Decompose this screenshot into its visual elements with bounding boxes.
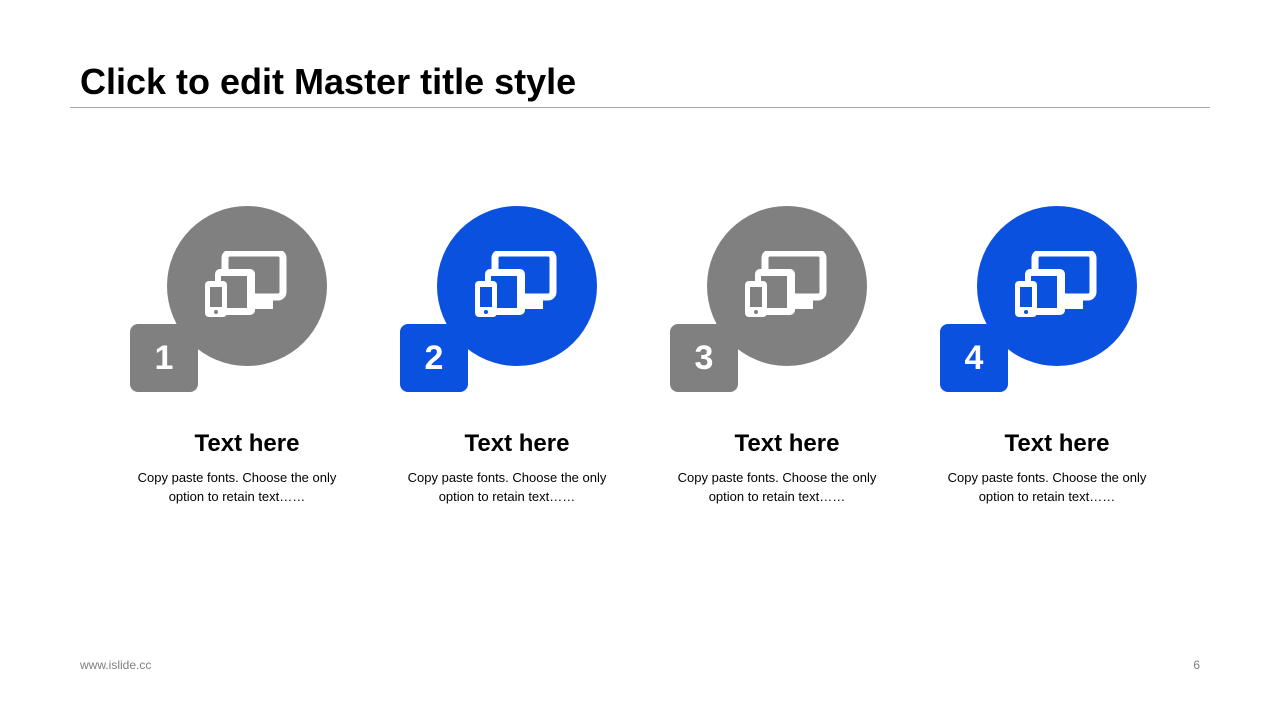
slide-title[interactable]: Click to edit Master title style xyxy=(80,60,576,104)
devices-icon xyxy=(475,251,557,317)
step-number-badge: 4 xyxy=(940,324,1008,392)
footer-url: www.islide.cc xyxy=(80,658,152,672)
step-item-3[interactable]: 3 Text here Copy paste fonts. Choose the… xyxy=(670,206,900,516)
devices-icon xyxy=(745,251,827,317)
devices-icon xyxy=(1015,251,1097,317)
step-item-2[interactable]: 2 Text here Copy paste fonts. Choose the… xyxy=(400,206,630,516)
step-description[interactable]: Copy paste fonts. Choose the only option… xyxy=(129,468,345,506)
step-number-badge: 2 xyxy=(400,324,468,392)
title-divider xyxy=(70,107,1210,108)
step-item-1[interactable]: 1 Text here Copy paste fonts. Choose the… xyxy=(130,206,360,516)
step-description[interactable]: Copy paste fonts. Choose the only option… xyxy=(399,468,615,506)
step-number-badge: 3 xyxy=(670,324,738,392)
step-number-badge: 1 xyxy=(130,324,198,392)
step-heading[interactable]: Text here xyxy=(959,430,1155,458)
step-description[interactable]: Copy paste fonts. Choose the only option… xyxy=(669,468,885,506)
step-item-4[interactable]: 4 Text here Copy paste fonts. Choose the… xyxy=(940,206,1170,516)
step-heading[interactable]: Text here xyxy=(419,430,615,458)
step-heading[interactable]: Text here xyxy=(689,430,885,458)
devices-icon xyxy=(205,251,287,317)
slide: Click to edit Master title style 1 Text … xyxy=(0,0,1280,720)
step-description[interactable]: Copy paste fonts. Choose the only option… xyxy=(939,468,1155,506)
page-number: 6 xyxy=(1193,658,1200,672)
step-heading[interactable]: Text here xyxy=(149,430,345,458)
